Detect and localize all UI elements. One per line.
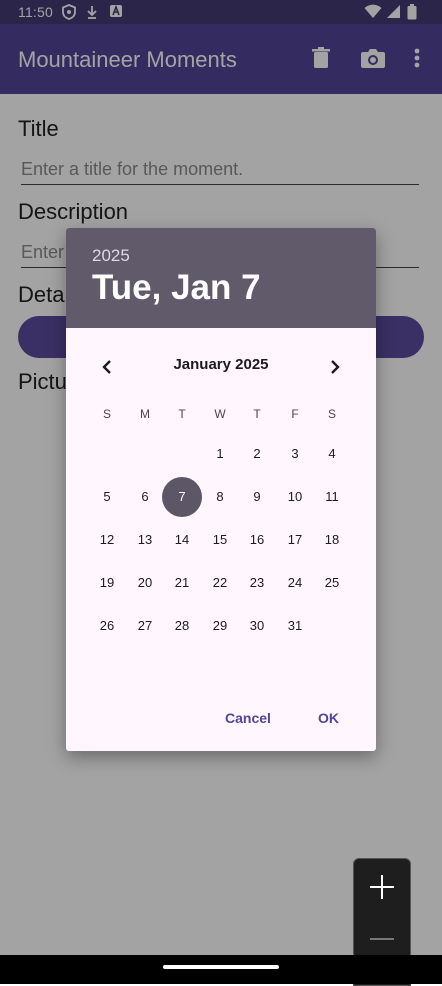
calendar-day[interactable]: 25 (312, 563, 352, 603)
calendar-day[interactable]: 14 (162, 520, 202, 560)
calendar-day[interactable]: 29 (200, 606, 240, 646)
date-picker-dialog: 2025 Tue, Jan 7 January 2025 SMTWTFS1234… (66, 228, 376, 751)
zoom-in-icon[interactable] (354, 859, 410, 915)
calendar-day[interactable]: 31 (275, 606, 315, 646)
calendar-day[interactable]: 23 (237, 563, 277, 603)
cancel-button[interactable]: Cancel (225, 710, 271, 726)
calendar-day[interactable]: 8 (200, 477, 240, 517)
calendar-day[interactable]: 6 (125, 477, 165, 517)
selected-year[interactable]: 2025 (92, 246, 130, 266)
system-nav-bar (0, 955, 442, 984)
calendar-day[interactable]: 12 (87, 520, 127, 560)
next-month-button[interactable] (322, 354, 348, 380)
date-picker-header: 2025 Tue, Jan 7 (66, 228, 376, 328)
weekday-header: T (178, 407, 186, 421)
calendar-day-selected[interactable]: 7 (162, 477, 202, 517)
home-handle[interactable] (163, 965, 279, 969)
calendar-day[interactable]: 30 (237, 606, 277, 646)
calendar-day[interactable]: 22 (200, 563, 240, 603)
calendar-day[interactable]: 19 (87, 563, 127, 603)
calendar-day[interactable]: 10 (275, 477, 315, 517)
weekday-header: M (140, 407, 150, 421)
weekday-header: F (291, 407, 299, 421)
weekday-header: S (327, 407, 336, 421)
weekday-header: T (253, 407, 261, 421)
calendar-day[interactable]: 21 (162, 563, 202, 603)
weekday-header: W (214, 407, 226, 421)
chevron-right-icon (331, 360, 340, 374)
calendar-day[interactable]: 27 (125, 606, 165, 646)
calendar-day[interactable]: 4 (312, 434, 352, 474)
weekday-header: S (102, 407, 111, 421)
calendar-day[interactable]: 24 (275, 563, 315, 603)
calendar-day[interactable]: 9 (237, 477, 277, 517)
calendar-day[interactable]: 18 (312, 520, 352, 560)
calendar-day[interactable]: 28 (162, 606, 202, 646)
calendar-day[interactable]: 11 (312, 477, 352, 517)
calendar-day[interactable]: 15 (200, 520, 240, 560)
selected-date: Tue, Jan 7 (92, 268, 261, 307)
calendar-day[interactable]: 1 (200, 434, 240, 474)
calendar-day[interactable]: 26 (87, 606, 127, 646)
calendar-day[interactable]: 20 (125, 563, 165, 603)
calendar-day[interactable]: 16 (237, 520, 277, 560)
ok-button[interactable]: OK (318, 710, 339, 726)
calendar-day[interactable]: 2 (237, 434, 277, 474)
calendar-day[interactable]: 5 (87, 477, 127, 517)
calendar-day[interactable]: 13 (125, 520, 165, 560)
calendar-day[interactable]: 17 (275, 520, 315, 560)
calendar-day[interactable]: 3 (275, 434, 315, 474)
